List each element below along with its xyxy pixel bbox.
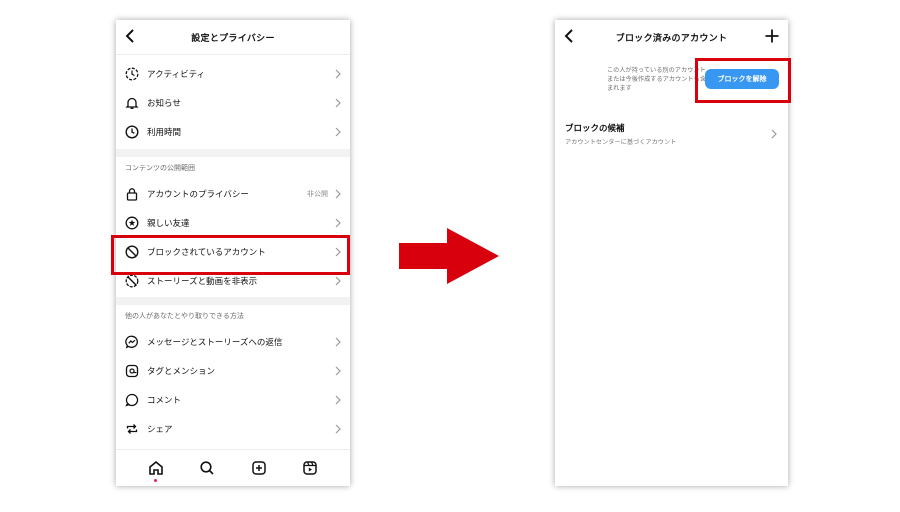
highlight-unblock-button — [695, 58, 791, 103]
home-tab[interactable] — [148, 460, 164, 482]
settings-header: 設定とプライバシー — [116, 20, 350, 55]
chevron-right-icon — [335, 337, 341, 346]
section-heading: 他の人があなたとやり取りできる方法 — [125, 312, 244, 320]
back-icon[interactable] — [561, 28, 577, 44]
activity-icon — [125, 67, 139, 80]
row-label: アカウントのプライバシー — [147, 189, 249, 200]
messenger-icon — [125, 335, 138, 349]
settings-row-share[interactable]: シェア — [116, 414, 350, 443]
suggestion-subtitle: アカウントセンターに基づくアカウント — [565, 139, 677, 146]
settings-row-activity[interactable]: アクティビティ — [116, 59, 350, 88]
chevron-right-icon — [335, 189, 341, 198]
reels-tab[interactable] — [302, 460, 318, 476]
settings-row-privacy[interactable]: アカウントのプライバシー 非公開 — [116, 179, 350, 208]
info-text: この人が持っている別のアカウントまたは今後作成するアカウントも含まれます — [607, 67, 706, 92]
add-post-icon — [252, 461, 266, 475]
chevron-right-icon — [335, 218, 341, 227]
chevron-right-icon — [335, 127, 341, 136]
notification-dot — [153, 479, 157, 482]
row-label: ストーリーズと動画を非表示 — [147, 276, 258, 287]
chevron-right-icon — [335, 69, 341, 78]
bell-icon — [125, 97, 139, 109]
suggestion-title: ブロックの候補 — [565, 124, 625, 134]
mention-icon — [125, 364, 139, 377]
settings-row-time[interactable]: 利用時間 — [116, 117, 350, 146]
section-heading: コンテンツの公開範囲 — [125, 164, 195, 172]
share-icon — [126, 423, 138, 434]
blocked-header: ブロック済みのアカウント — [555, 20, 788, 54]
page-title: 設定とプライバシー — [191, 33, 275, 44]
settings-row-messages[interactable]: メッセージとストーリーズへの返信 — [116, 327, 350, 356]
block-suggestions-row[interactable]: ブロックの候補 アカウントセンターに基づくアカウント — [555, 110, 788, 146]
create-tab[interactable] — [251, 460, 267, 476]
chevron-right-icon — [771, 129, 777, 139]
row-label: メッセージとストーリーズへの返信 — [147, 337, 283, 348]
row-label: アクティビティ — [147, 69, 206, 80]
row-label: シェア — [147, 424, 173, 435]
star-icon — [125, 216, 139, 229]
settings-row-comments[interactable]: コメント — [116, 385, 350, 414]
row-label: 利用時間 — [147, 127, 182, 138]
hide-icon — [125, 274, 139, 287]
search-tab[interactable] — [199, 460, 215, 476]
plus-icon[interactable] — [764, 28, 780, 44]
settings-row-notifications[interactable]: お知らせ — [116, 88, 350, 117]
row-label: タグとメンション — [147, 366, 216, 377]
page-title: ブロック済みのアカウント — [615, 33, 728, 44]
lock-icon — [126, 187, 138, 201]
privacy-status: 非公開 — [307, 189, 328, 198]
row-label: お知らせ — [147, 98, 181, 109]
chevron-right-icon — [335, 424, 341, 433]
search-icon — [200, 461, 214, 475]
chevron-right-icon — [335, 395, 341, 404]
stage: 設定とプライバシー アクティビティ お知らせ 利用時間 コンテンツの公開範囲 ア… — [0, 0, 900, 512]
bottom-tab-bar — [116, 449, 350, 486]
chevron-right-icon — [335, 98, 341, 107]
section-divider — [116, 297, 350, 305]
settings-row-close-friends[interactable]: 親しい友達 — [116, 208, 350, 237]
chevron-right-icon — [335, 366, 341, 375]
back-icon[interactable] — [122, 28, 138, 44]
reels-icon — [303, 461, 317, 475]
row-label: 親しい友達 — [147, 218, 190, 229]
row-label: コメント — [147, 395, 182, 406]
highlight-blocked-row — [111, 235, 350, 275]
comment-icon — [125, 393, 139, 406]
settings-row-tags[interactable]: タグとメンション — [116, 356, 350, 385]
home-icon — [148, 460, 163, 475]
chevron-right-icon — [335, 276, 341, 285]
section-divider — [116, 149, 350, 157]
clock-icon — [125, 124, 139, 139]
arrow-right-icon — [399, 228, 499, 284]
